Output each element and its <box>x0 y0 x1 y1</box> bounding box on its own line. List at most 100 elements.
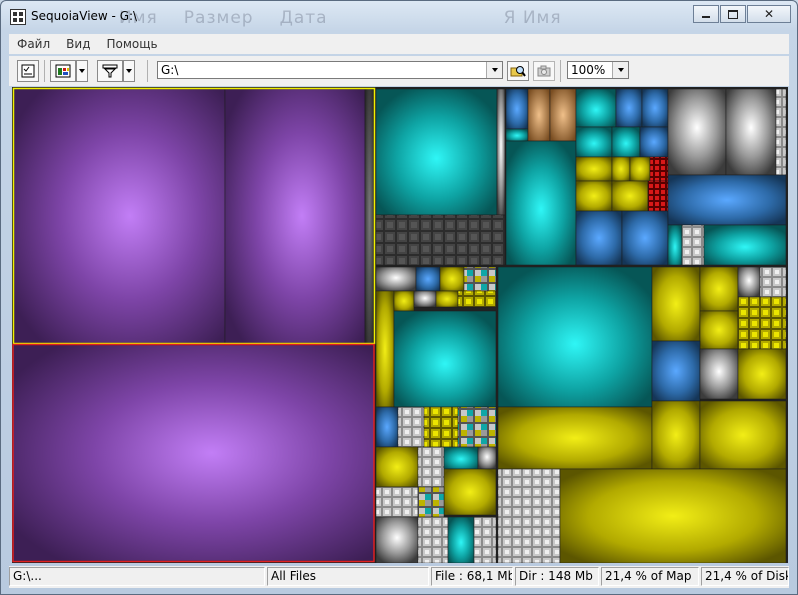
treemap-cell[interactable] <box>397 406 425 448</box>
menu-help[interactable]: Помощь <box>98 37 165 51</box>
treemap-cell[interactable] <box>667 224 683 266</box>
treemap-cell[interactable] <box>375 290 395 408</box>
treemap-cell[interactable] <box>649 156 669 182</box>
treemap-cell[interactable] <box>457 406 497 448</box>
path-combobox[interactable]: G:\ <box>157 61 503 79</box>
treemap-cell[interactable] <box>417 516 449 563</box>
chevron-down-icon <box>79 69 85 73</box>
treemap-cell[interactable] <box>775 88 787 176</box>
treemap-cell[interactable] <box>505 140 577 266</box>
treemap-cell[interactable] <box>575 180 613 212</box>
treemap-cell[interactable] <box>423 406 459 448</box>
treemap-cell[interactable] <box>496 88 506 216</box>
treemap-cell[interactable] <box>497 406 653 470</box>
treemap-cell[interactable] <box>575 156 613 182</box>
treemap-cell[interactable] <box>575 210 623 266</box>
treemap-cell[interactable] <box>559 468 787 563</box>
treemap-cell[interactable] <box>759 266 787 298</box>
treemap-cell[interactable] <box>224 88 366 344</box>
treemap-view[interactable] <box>12 87 788 563</box>
path-dropdown-button[interactable] <box>486 62 502 78</box>
treemap-cell[interactable] <box>725 88 777 176</box>
treemap-cell[interactable] <box>497 468 561 563</box>
treemap-cell[interactable] <box>477 446 497 470</box>
treemap-cell[interactable] <box>375 486 419 518</box>
browse-folder-button[interactable] <box>507 61 529 81</box>
treemap-cell[interactable] <box>699 400 787 470</box>
treemap-cell[interactable] <box>667 88 727 176</box>
treemap-cell[interactable] <box>505 128 529 142</box>
color-scheme-button[interactable] <box>50 60 76 82</box>
treemap-cell[interactable] <box>737 266 761 298</box>
treemap-cell[interactable] <box>575 88 617 128</box>
options-button[interactable] <box>17 60 39 82</box>
treemap-cell[interactable] <box>497 266 653 408</box>
treemap-cell[interactable] <box>417 446 445 488</box>
treemap-cell[interactable] <box>737 348 787 400</box>
treemap-cell[interactable] <box>457 290 497 308</box>
close-button[interactable]: ✕ <box>747 5 791 23</box>
maximize-icon <box>728 9 738 19</box>
treemap-cell[interactable] <box>443 468 497 516</box>
treemap-cell[interactable] <box>393 290 415 312</box>
title-bar[interactable]: Имя Размер Дата Я Имя SequoiaView - G:\ ✕ <box>1 1 797 31</box>
zoom-combobox[interactable]: 100% <box>567 61 629 79</box>
treemap-cell[interactable] <box>575 126 613 158</box>
treemap-cell[interactable] <box>417 486 445 518</box>
treemap-cell[interactable] <box>615 88 643 128</box>
minimize-button[interactable] <box>693 5 719 23</box>
maximize-button[interactable] <box>720 5 746 23</box>
treemap-cell[interactable] <box>651 266 701 342</box>
treemap-cell[interactable] <box>447 516 475 563</box>
minimize-icon <box>702 15 710 18</box>
treemap-cell[interactable] <box>375 214 506 266</box>
treemap-cell[interactable] <box>473 516 497 563</box>
treemap-cell[interactable] <box>13 88 226 344</box>
path-input[interactable]: G:\ <box>161 63 178 77</box>
zoom-dropdown-button[interactable] <box>612 62 628 78</box>
menu-file[interactable]: Файл <box>9 37 58 51</box>
treemap-cell[interactable] <box>703 224 787 266</box>
treemap-cell[interactable] <box>527 88 551 142</box>
treemap-cell[interactable] <box>611 156 631 182</box>
treemap-cell[interactable] <box>393 310 497 408</box>
treemap-cell[interactable] <box>375 88 498 216</box>
treemap-cell[interactable] <box>667 174 787 226</box>
treemap-cell[interactable] <box>375 446 419 488</box>
treemap-cell[interactable] <box>699 266 739 312</box>
treemap-cell[interactable] <box>629 156 651 182</box>
ghost-header-date: Дата <box>279 8 328 28</box>
treemap-cell[interactable] <box>443 446 479 470</box>
treemap-cell[interactable] <box>621 210 669 266</box>
treemap-cell[interactable] <box>439 266 465 292</box>
treemap-cell[interactable] <box>375 266 417 292</box>
treemap-cell[interactable] <box>681 224 705 266</box>
filter-dropdown[interactable] <box>123 60 135 82</box>
treemap-cell[interactable] <box>611 180 649 212</box>
treemap-cell[interactable] <box>375 516 419 563</box>
treemap-cell[interactable] <box>651 400 701 470</box>
treemap-cell[interactable] <box>413 290 437 308</box>
treemap-cell[interactable] <box>737 296 787 350</box>
treemap-canvas[interactable] <box>12 87 788 563</box>
filter-button[interactable] <box>97 60 123 82</box>
treemap-cell[interactable] <box>641 88 669 128</box>
color-scheme-dropdown[interactable] <box>76 60 88 82</box>
treemap-cell[interactable] <box>549 88 577 142</box>
treemap-cell[interactable] <box>364 88 375 344</box>
treemap-cell[interactable] <box>611 126 641 158</box>
treemap-cell[interactable] <box>12 344 375 562</box>
menu-view[interactable]: Вид <box>58 37 98 51</box>
treemap-cell[interactable] <box>463 266 497 292</box>
rescan-button[interactable] <box>533 61 555 81</box>
status-map-percent: 21,4 % of Map <box>601 567 699 586</box>
treemap-cell[interactable] <box>435 290 459 308</box>
treemap-cell[interactable] <box>699 310 739 350</box>
treemap-cell[interactable] <box>639 126 669 158</box>
treemap-cell[interactable] <box>415 266 441 292</box>
treemap-cell[interactable] <box>651 340 701 402</box>
treemap-cell[interactable] <box>647 180 669 212</box>
treemap-cell[interactable] <box>699 348 739 400</box>
treemap-cell[interactable] <box>505 88 529 130</box>
treemap-cell[interactable] <box>375 406 399 448</box>
